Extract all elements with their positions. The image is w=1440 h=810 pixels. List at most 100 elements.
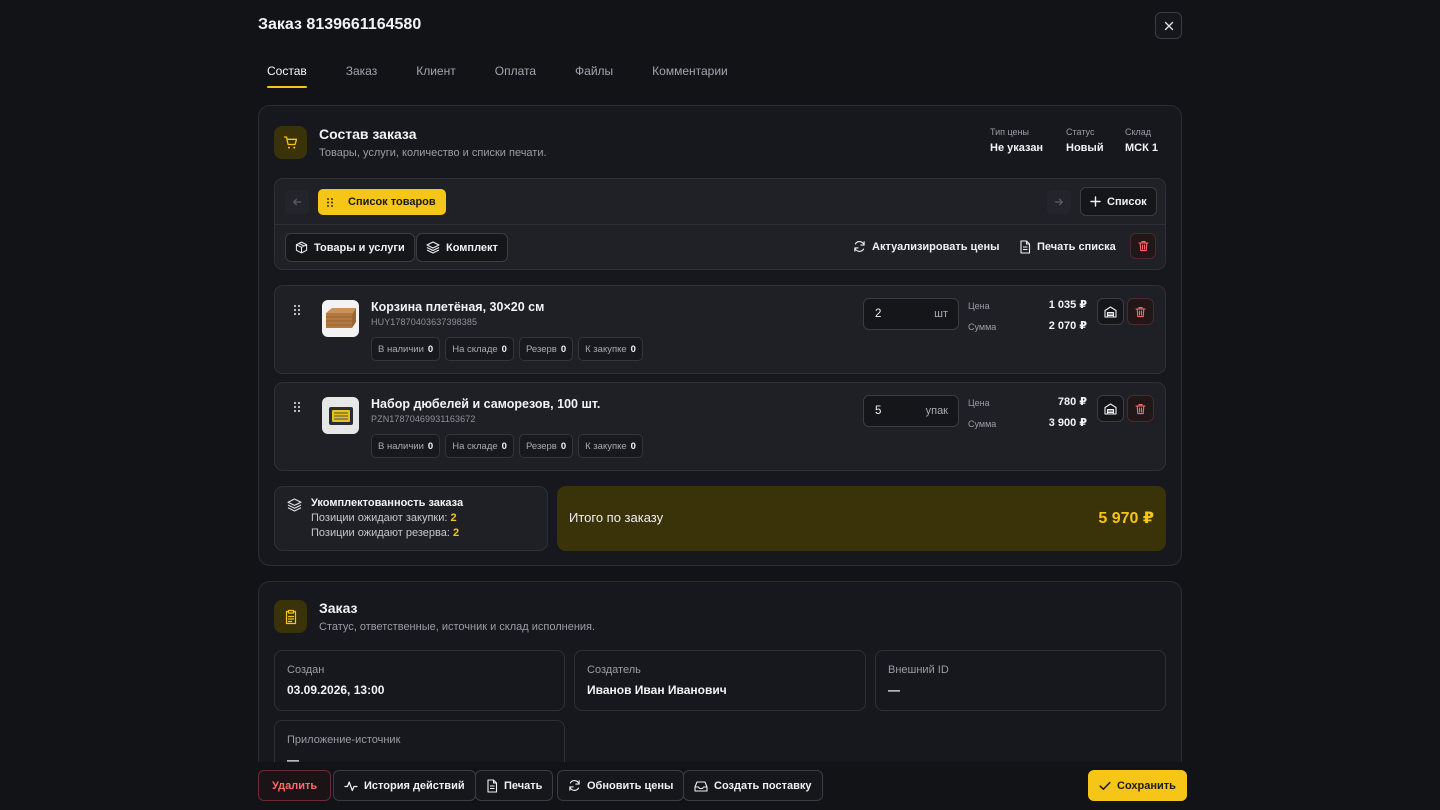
field-value: 03.09.2026, 13:00	[287, 683, 385, 697]
cart-icon	[283, 135, 297, 149]
price-label: Цена	[968, 301, 990, 311]
create-supply-button[interactable]: Создать поставку	[683, 770, 823, 801]
list-chip-goods[interactable]: Список товаров	[318, 189, 446, 215]
quantity-value: 5	[875, 405, 882, 417]
close-button[interactable]	[1155, 12, 1182, 39]
reserve-button[interactable]	[1097, 298, 1124, 325]
prev-list-button[interactable]	[285, 190, 309, 214]
list-toolbar: Список товаров Список Товары и услуги Ко…	[274, 178, 1166, 270]
awaiting-reserve-line: Позиции ожидают резерва: 2	[311, 527, 459, 539]
add-list-button[interactable]: Список	[1080, 187, 1157, 216]
delete-item-button[interactable]	[1127, 298, 1154, 325]
cart-icon-tile	[274, 126, 307, 159]
list-chip-label: Список товаров	[348, 196, 436, 208]
completeness-title: Укомплектованность заказа	[311, 497, 464, 509]
stock-label: На складе	[452, 343, 498, 355]
tab-files[interactable]: Файлы	[566, 62, 622, 88]
stock-label: К закупке	[585, 440, 627, 452]
next-list-button[interactable]	[1047, 190, 1071, 214]
document-icon	[1020, 240, 1031, 254]
delete-order-label: Удалить	[272, 779, 318, 792]
layers-icon	[426, 241, 440, 254]
stock-label: В наличии	[378, 343, 424, 355]
drag-handle-icon	[327, 197, 333, 207]
update-prices-button[interactable]: Актуализировать цены	[853, 240, 999, 253]
update-prices-label: Актуализировать цены	[872, 240, 1000, 253]
tab-comments[interactable]: Комментарии	[643, 62, 737, 88]
history-button[interactable]: История действий	[333, 770, 476, 801]
print-label: Печать	[504, 779, 543, 792]
delete-list-button[interactable]	[1130, 233, 1156, 259]
list-item: Набор дюбелей и саморезов, 100 шт. PZN17…	[274, 382, 1166, 471]
tab-bar: Состав Заказ Клиент Оплата Файлы Коммент…	[258, 62, 737, 88]
tab-order[interactable]: Заказ	[337, 62, 386, 88]
goods-services-label: Товары и услуги	[314, 241, 405, 254]
item-name[interactable]: Корзина плетёная, 30×20 см	[371, 300, 544, 314]
save-label: Сохранить	[1117, 779, 1176, 792]
sum-label: Сумма	[968, 419, 997, 429]
stock-chip-available: В наличии 0	[371, 434, 441, 458]
trash-icon	[1135, 306, 1146, 317]
field-label: Приложение-источник	[287, 734, 401, 746]
quantity-input[interactable]: 2 шт	[863, 298, 959, 330]
clipboard-icon	[285, 609, 296, 624]
stock-value: 0	[560, 343, 567, 355]
warehouse-icon	[1104, 402, 1117, 415]
awaiting-reserve-label: Позиции ожидают резерва:	[311, 527, 450, 539]
field-value: —	[888, 683, 900, 697]
print-list-button[interactable]: Печать списка	[1019, 240, 1116, 254]
trash-icon	[1135, 403, 1146, 414]
stock-value: 0	[630, 343, 636, 355]
meta-value: МСК 1	[1125, 142, 1158, 154]
bundle-button[interactable]: Комплект	[416, 233, 508, 262]
tab-client[interactable]: Клиент	[407, 62, 465, 88]
stock-value: 0	[501, 440, 507, 452]
item-name[interactable]: Набор дюбелей и саморезов, 100 шт.	[371, 397, 600, 411]
stock-chip-to-purchase: К закупке 0	[578, 434, 643, 458]
stock-value: 0	[560, 440, 567, 452]
stock-label: Резерв	[525, 343, 557, 355]
save-button[interactable]: Сохранить	[1088, 770, 1187, 801]
inbox-icon	[694, 780, 708, 792]
stock-chip-to-purchase: К закупке 0	[578, 337, 643, 361]
arrow-right-icon	[1054, 198, 1063, 206]
document-icon	[487, 778, 498, 793]
reserve-button[interactable]	[1097, 395, 1124, 422]
page-title: Заказ 8139661164580	[258, 16, 422, 33]
composition-subtitle: Товары, услуги, количество и списки печа…	[319, 147, 547, 159]
stock-chip-warehouse: На складе 0	[445, 434, 514, 458]
screws-box-image-icon	[328, 406, 353, 425]
close-icon	[1164, 21, 1173, 30]
drag-handle[interactable]	[293, 304, 301, 316]
goods-services-button[interactable]: Товары и услуги	[285, 233, 415, 262]
toolbar-divider	[275, 224, 1165, 225]
price-value: 780 ₽	[1057, 396, 1087, 408]
tab-payment[interactable]: Оплата	[486, 62, 545, 88]
refresh-prices-button[interactable]: Обновить цены	[557, 770, 685, 801]
stock-chip-available: В наличии 0	[371, 337, 441, 361]
field-label: Внешний ID	[888, 664, 949, 676]
basket-image-icon	[325, 307, 356, 328]
field-created: Создан 03.09.2026, 13:00	[274, 650, 565, 711]
print-button[interactable]: Печать	[475, 770, 554, 801]
quantity-value: 2	[875, 308, 882, 320]
sum-value: 2 070 ₽	[1048, 320, 1087, 332]
meta-status: Статус Новый	[1066, 127, 1104, 154]
meta-label: Склад	[1125, 127, 1152, 137]
stock-label: Резерв	[525, 440, 557, 452]
bundle-label: Комплект	[446, 241, 498, 254]
delete-item-button[interactable]	[1127, 395, 1154, 422]
tab-composition[interactable]: Состав	[258, 62, 316, 88]
drag-handle-icon	[293, 304, 301, 316]
order-total-label: Итого по заказу	[569, 510, 664, 525]
drag-handle[interactable]	[293, 401, 301, 413]
quantity-input[interactable]: 5 упак	[863, 395, 959, 427]
plus-icon	[1090, 196, 1101, 207]
delete-order-button[interactable]: Удалить	[258, 770, 332, 801]
warehouse-icon	[1104, 305, 1117, 318]
meta-price-type: Тип цены Не указан	[990, 127, 1043, 154]
stock-label: На складе	[452, 440, 498, 452]
create-supply-label: Создать поставку	[714, 779, 812, 792]
field-label: Создатель	[587, 664, 641, 676]
item-sku: HUY17870403637398385	[371, 317, 478, 327]
